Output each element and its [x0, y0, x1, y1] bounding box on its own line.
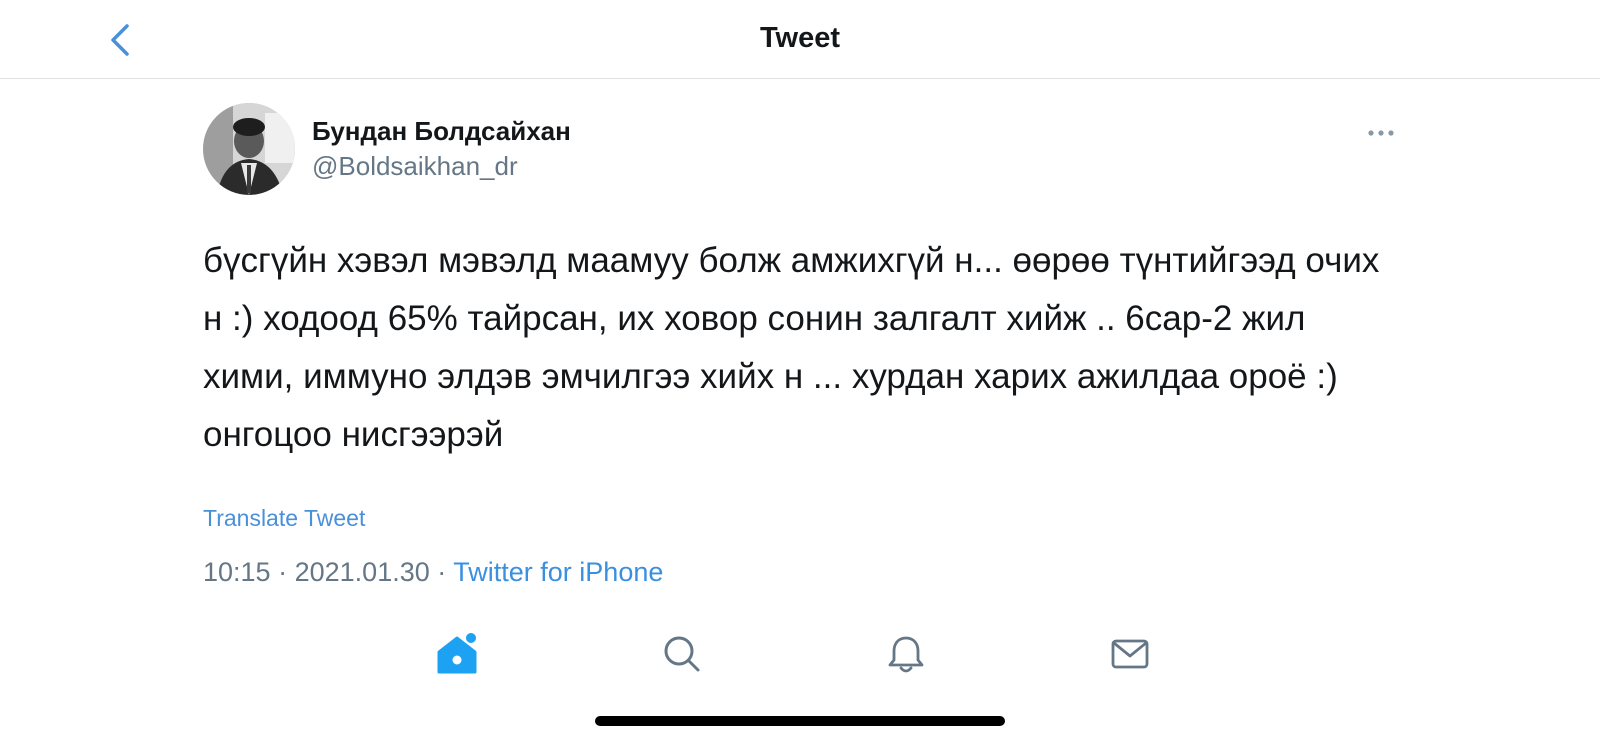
- home-icon: [437, 633, 477, 674]
- meta-separator: ·: [278, 557, 288, 587]
- tweet-meta: 10:15 · 2021.01.30 · Twitter for iPhone: [203, 557, 663, 588]
- top-nav-bar: Tweet: [0, 0, 1600, 79]
- bell-icon: [888, 636, 924, 673]
- tweet-source-link[interactable]: Twitter for iPhone: [453, 557, 663, 587]
- tweet-text: бүсгүйн хэвэл мэвэлд маамуу болж амжихгү…: [203, 241, 1380, 454]
- avatar[interactable]: [203, 103, 295, 195]
- user-avatar: [203, 103, 295, 195]
- tab-messages[interactable]: [1108, 632, 1152, 676]
- more-options-button[interactable]: [1364, 118, 1398, 148]
- author-handle[interactable]: @Boldsaikhan_dr: [312, 151, 518, 182]
- tweet-time: 10:15: [203, 557, 271, 587]
- author-name[interactable]: Бундан Болдсайхан: [312, 116, 571, 147]
- tweet-detail-screen: Tweet Бундан Болдсайхан @Boldsaikhan_dr: [0, 0, 1600, 739]
- more-horizontal-icon: [1368, 130, 1394, 136]
- tab-search[interactable]: [660, 632, 704, 676]
- translate-tweet-link[interactable]: Translate Tweet: [203, 505, 365, 532]
- search-icon: [664, 636, 700, 672]
- meta-separator: ·: [437, 557, 447, 587]
- page-title: Tweet: [759, 22, 841, 54]
- notification-dot: [466, 633, 476, 643]
- home-indicator: [595, 716, 1005, 726]
- tweet-date: 2021.01.30: [294, 557, 430, 587]
- tab-home[interactable]: [435, 632, 479, 676]
- tab-notifications[interactable]: [884, 632, 928, 676]
- mail-icon: [1111, 639, 1149, 669]
